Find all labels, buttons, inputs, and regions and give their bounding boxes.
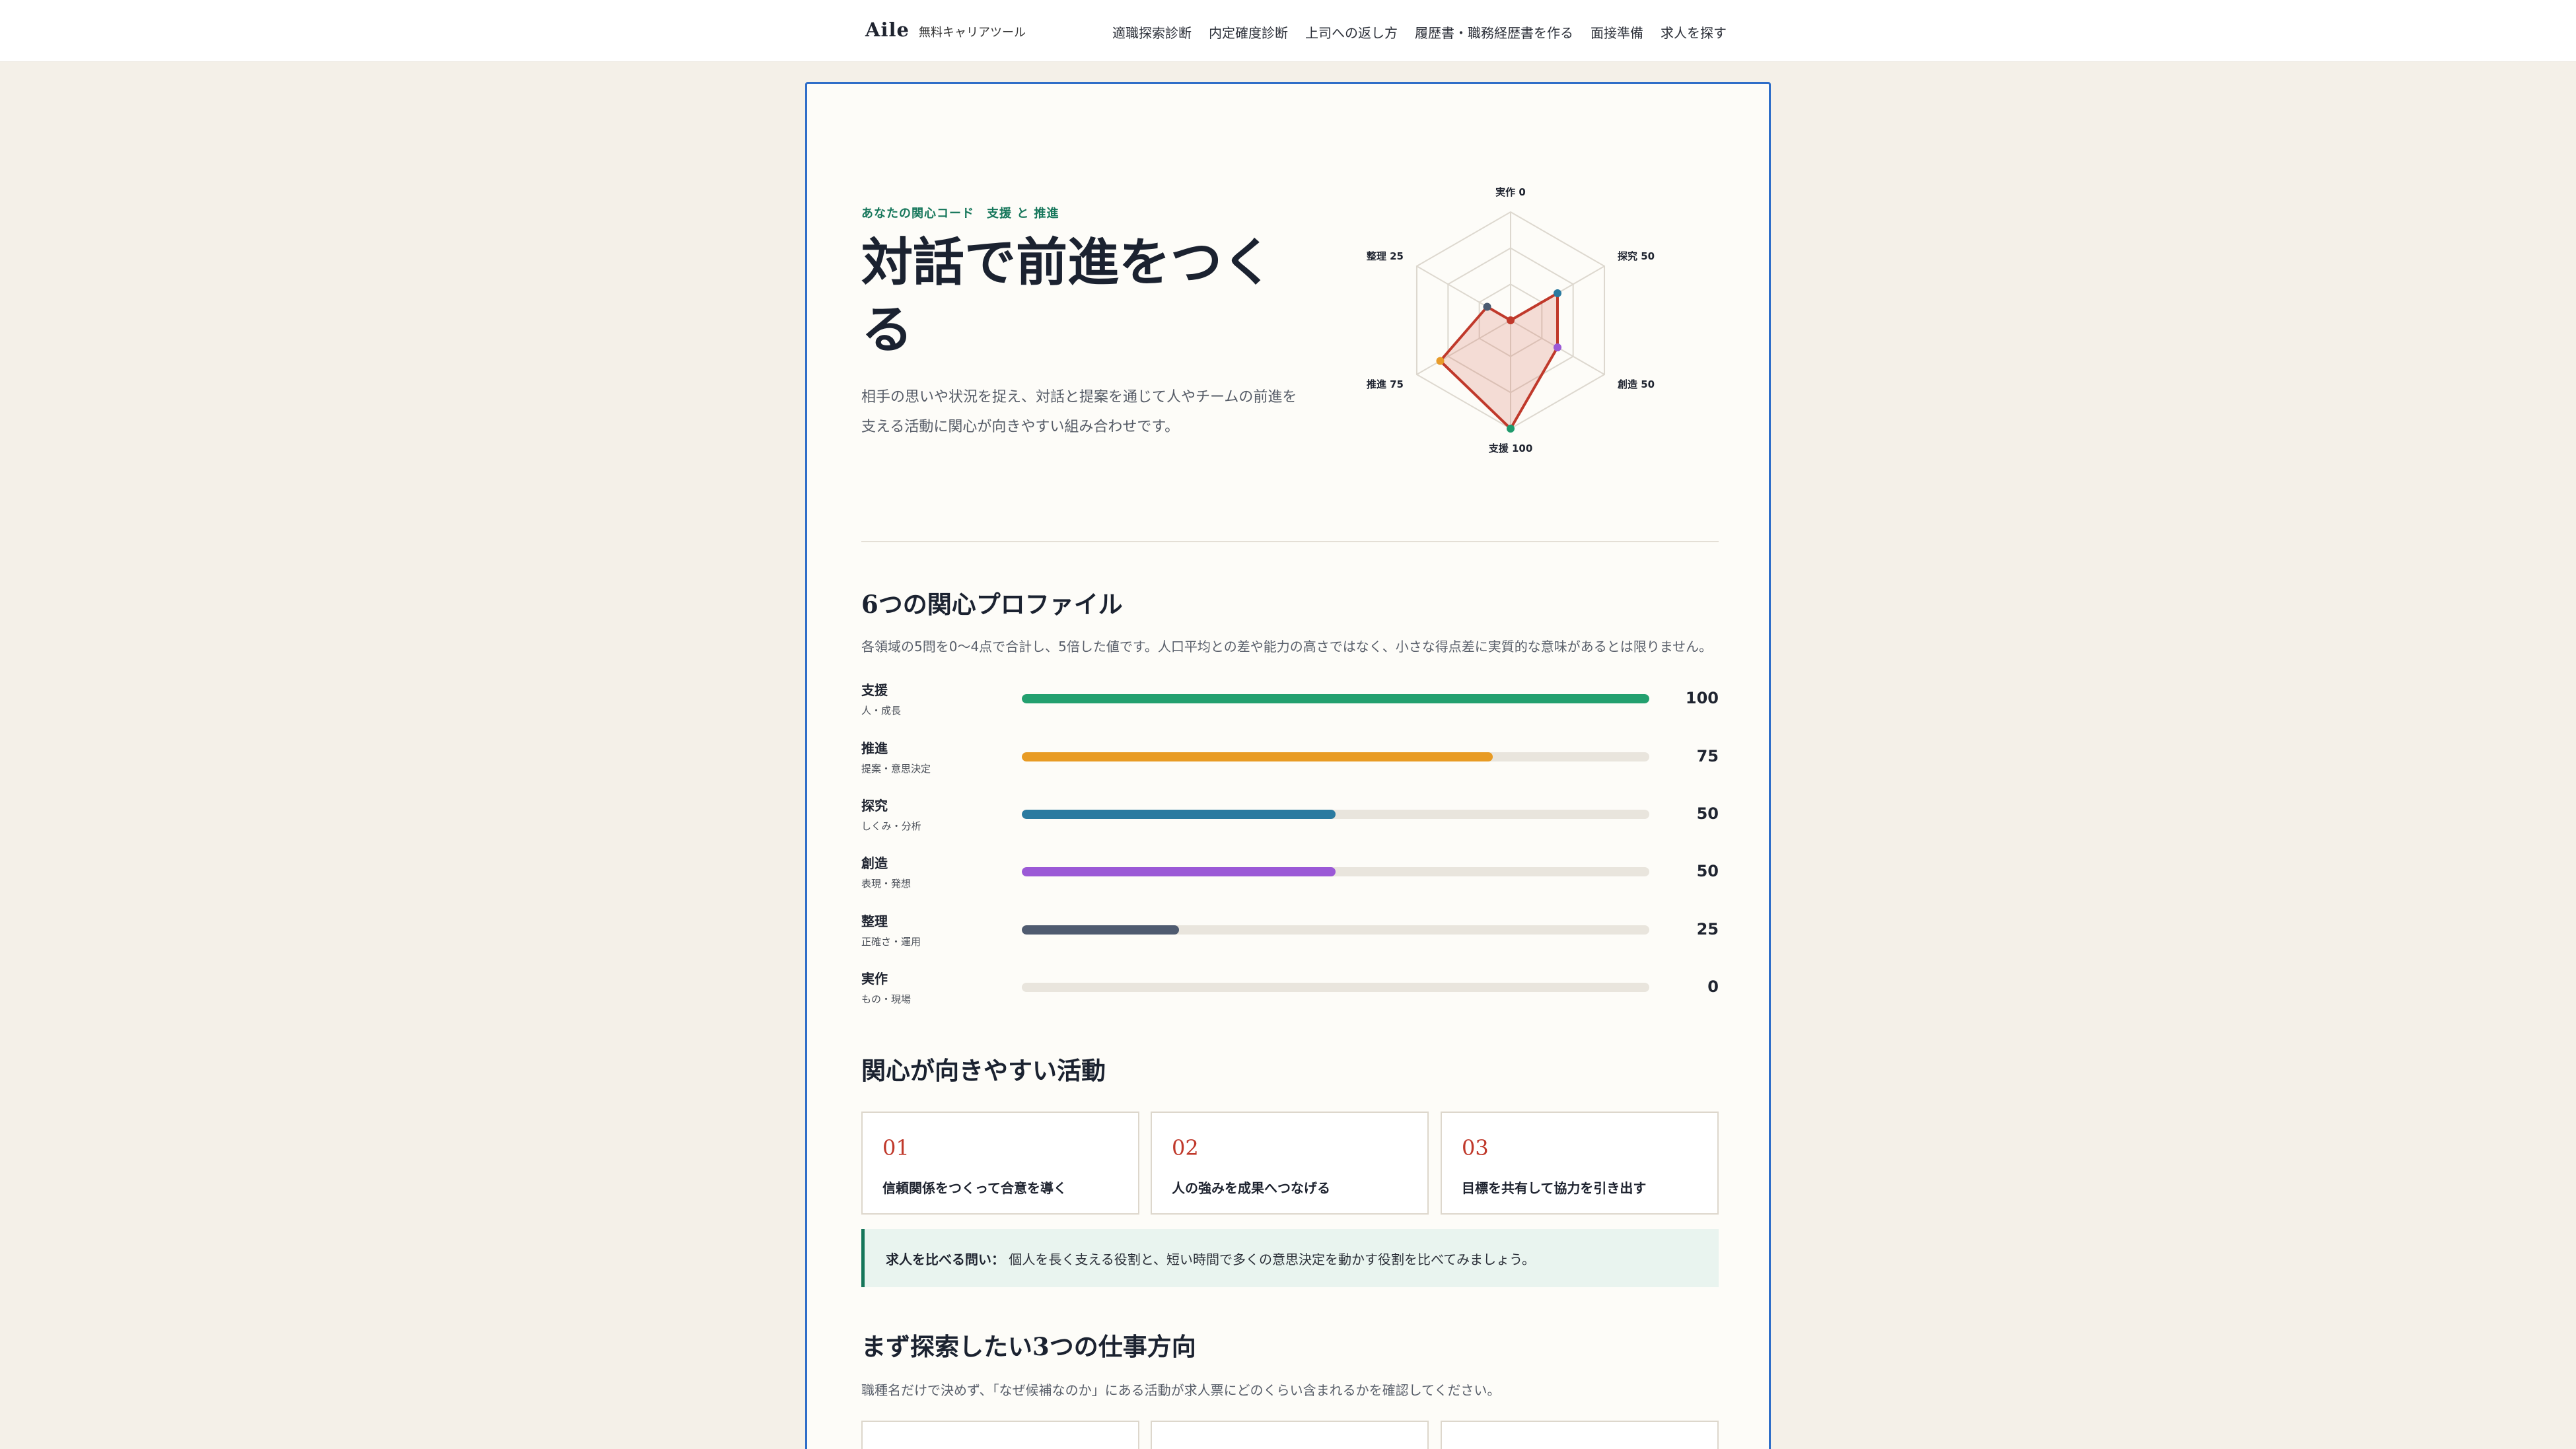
radar-axis-label: 探究 50	[1618, 250, 1655, 262]
result-title: 対話で前進をつくる	[861, 232, 1274, 360]
profile-sub: 正確さ・運用	[861, 936, 921, 948]
profile-bar-fill	[1022, 752, 1493, 761]
job-direction-card[interactable]	[1151, 1421, 1429, 1449]
profile-sub: 提案・意思決定	[861, 763, 931, 775]
main-nav: 適職探索診断 内定確度診断 上司への返し方 履歴書・職務経歴書を作る 面接準備 …	[1112, 22, 1727, 42]
interest-code-kicker: あなたの関心コード 支援 と 推進	[861, 207, 1059, 221]
activity-text: 信頼関係をつくって合意を導く	[882, 1180, 1067, 1196]
profile-sub: もの・現場	[861, 993, 912, 1005]
radar-data-point	[1554, 289, 1562, 297]
activity-text: 人の強みを成果へつなげる	[1172, 1180, 1330, 1196]
profile-bar-track	[1022, 694, 1649, 703]
profile-name: 実作	[861, 971, 888, 987]
radar-axis-label: 推進 75	[1367, 378, 1404, 390]
nav-link-boss-replies[interactable]: 上司への返し方	[1305, 22, 1398, 42]
radar-data-point	[1507, 316, 1515, 324]
profile-value: 75	[1696, 747, 1719, 765]
brand[interactable]: Aile 無料キャリアツール	[865, 18, 1026, 41]
profile-value: 50	[1696, 862, 1719, 880]
radar-axis-label: 実作 0	[1495, 186, 1526, 198]
profile-row-creation: 創造 表現・発想 50	[861, 853, 1719, 899]
profile-value: 100	[1685, 689, 1719, 707]
top-navigation-bar: Aile 無料キャリアツール 適職探索診断 内定確度診断 上司への返し方 履歴書…	[0, 0, 2576, 62]
profile-sub: 人・成長	[861, 705, 902, 717]
profile-row-support: 支援 人・成長 100	[861, 680, 1719, 726]
profile-row-inquiry: 探究 しくみ・分析 50	[861, 795, 1719, 841]
radar-data-point	[1554, 343, 1562, 351]
profile-value: 0	[1707, 977, 1719, 996]
profile-bar-track	[1022, 925, 1649, 935]
profile-sub: しくみ・分析	[861, 820, 921, 832]
callout-label: 求人を比べる問い：	[886, 1252, 1005, 1267]
activity-card: 02 人の強みを成果へつなげる	[1151, 1112, 1429, 1215]
nav-link-job-search[interactable]: 求人を探す	[1661, 22, 1727, 42]
profile-name: 整理	[861, 913, 888, 929]
profile-bar-track	[1022, 752, 1649, 761]
radar-data-point	[1507, 425, 1515, 433]
profile-value: 25	[1696, 920, 1719, 938]
profile-row-making: 実作 もの・現場 0	[861, 968, 1719, 1014]
profile-bar-fill	[1022, 694, 1649, 703]
activity-card: 03 目標を共有して協力を引き出す	[1441, 1112, 1719, 1215]
activity-card: 01 信頼関係をつくって合意を導く	[861, 1112, 1139, 1215]
callout-body: 個人を長く支える役割と、短い時間で多くの意思決定を動かす役割を比べてみましょう。	[1009, 1252, 1535, 1267]
result-description: 相手の思いや状況を捉え、対話と提案を通じて人やチームの前進を支える活動に関心が向…	[861, 389, 1297, 435]
profile-bar-track	[1022, 810, 1649, 819]
profile-section-title: 6つの関心プロファイル	[861, 590, 1123, 619]
job-direction-card[interactable]	[1441, 1421, 1719, 1449]
profile-note: 各領域の5問を0〜4点で合計し、5倍した値です。人口平均との差や能力の高さではな…	[861, 639, 1713, 654]
profile-bar-track	[1022, 867, 1649, 876]
brand-logo[interactable]: Aile	[865, 18, 910, 41]
radar-data-point	[1436, 357, 1445, 365]
callout-text: 求人を比べる問い： 個人を長く支える役割と、短い時間で多くの意思決定を動かす役割…	[886, 1249, 1535, 1268]
profile-bar-track	[1022, 983, 1649, 992]
profile-value: 50	[1696, 804, 1719, 823]
radar-axis-label: 創造 50	[1617, 378, 1655, 390]
profile-bar-fill	[1022, 867, 1336, 876]
job-direction-card[interactable]	[861, 1421, 1139, 1449]
activity-number: 02	[1172, 1135, 1199, 1160]
profile-sub: 表現・発想	[861, 878, 912, 890]
nav-link-resume-builder[interactable]: 履歴書・職務経歴書を作る	[1415, 22, 1573, 42]
profile-bar-fill	[1022, 925, 1179, 935]
result-card: あなたの関心コード 支援 と 推進 対話で前進をつくる 相手の思いや状況を捉え、…	[805, 82, 1771, 1449]
radar-data-point	[1483, 302, 1491, 311]
nav-link-job-fit-diagnosis[interactable]: 適職探索診断	[1112, 22, 1192, 42]
brand-subtitle: 無料キャリアツール	[918, 26, 1026, 40]
radar-axis-label: 整理 25	[1367, 250, 1404, 262]
radar-axis-label: 支援 100	[1488, 442, 1533, 454]
nav-link-offer-likelihood[interactable]: 内定確度診断	[1209, 22, 1288, 42]
activities-section-title: 関心が向きやすい活動	[861, 1056, 1106, 1085]
profile-name: 支援	[861, 682, 888, 698]
nav-link-interview-prep[interactable]: 面接準備	[1591, 22, 1643, 42]
radar-chart: 実作 0 探究 50 創造 50 支援 100 推進 75 整理 25	[1367, 186, 1655, 454]
profile-row-organize: 整理 正確さ・運用 25	[861, 911, 1719, 957]
profile-name: 推進	[861, 740, 888, 756]
activity-number: 03	[1462, 1135, 1489, 1160]
profile-name: 創造	[861, 855, 888, 871]
section-divider	[861, 541, 1719, 542]
activity-text: 目標を共有して協力を引き出す	[1462, 1180, 1647, 1196]
profile-bar-fill	[1022, 810, 1336, 819]
activity-number: 01	[882, 1135, 910, 1160]
profile-row-drive: 推進 提案・意思決定 75	[861, 738, 1719, 784]
directions-note: 職種名だけで決めず、「なぜ候補なのか」にある活動が求人票にどのくらい含まれるかを…	[861, 1382, 1501, 1398]
profile-name: 探究	[861, 798, 888, 814]
radar-data-area	[1439, 292, 1559, 430]
comparison-question-callout: 求人を比べる問い： 個人を長く支える役割と、短い時間で多くの意思決定を動かす役割…	[861, 1229, 1719, 1287]
directions-section-title: まず探索したい3つの仕事方向	[861, 1332, 1196, 1361]
